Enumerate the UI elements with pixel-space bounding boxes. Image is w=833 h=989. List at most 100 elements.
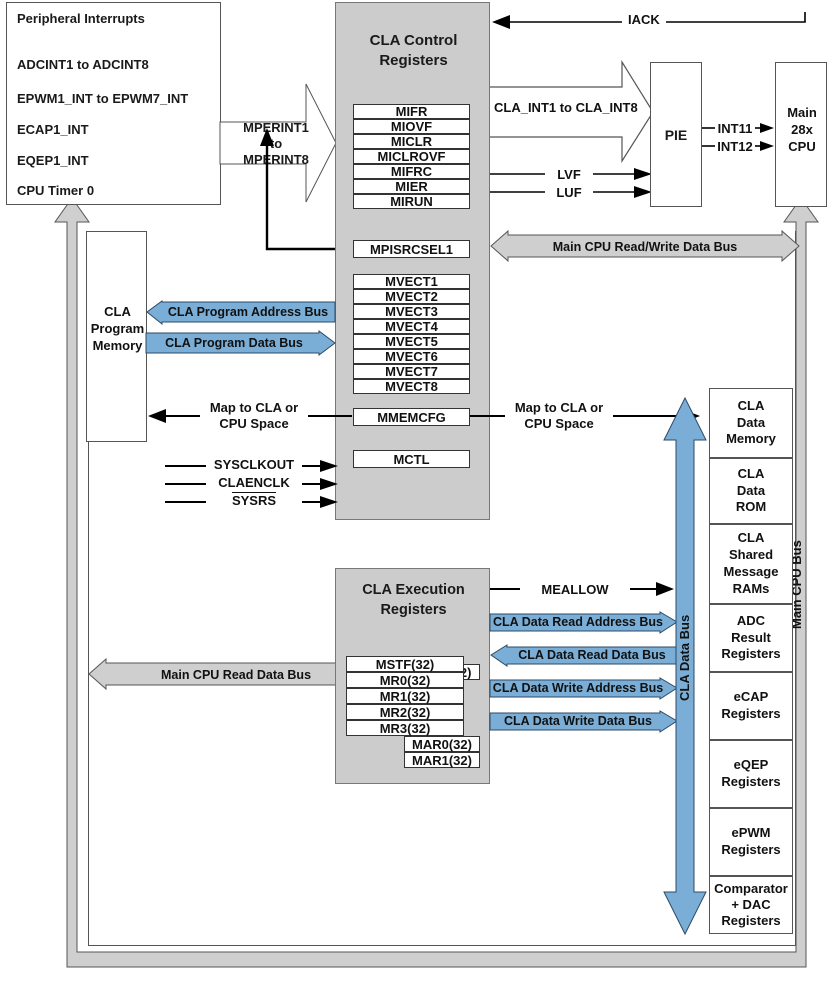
- main-cpu-read-data-bus-label: Main CPU Read Data Bus: [161, 668, 311, 682]
- cla-program-address-bus: CLA Program Address Bus: [146, 300, 336, 326]
- register-mvect5[interactable]: MVECT5: [353, 334, 470, 349]
- register-mr3[interactable]: MR3(32): [346, 720, 464, 736]
- register-mr1[interactable]: MR1(32): [346, 688, 464, 704]
- register-mar1[interactable]: MAR1(32): [404, 752, 480, 768]
- map-left-line1: Map to CLA or: [209, 399, 299, 415]
- memmap-5-line-1: Registers: [721, 774, 781, 789]
- cla-data-write-address-bus-label: CLA Data Write Address Bus: [493, 681, 663, 695]
- register-mctl[interactable]: MCTL: [353, 450, 470, 468]
- cla-program-memory-label: CLA Program Memory: [87, 304, 148, 355]
- memmap-3-line-0: ADC: [736, 612, 766, 628]
- cla-program-memory-line3: Memory: [92, 337, 143, 353]
- register-mstf[interactable]: MSTF(32): [346, 656, 464, 672]
- peripheral-interrupt-item-3: EQEP1_INT: [17, 153, 89, 168]
- register-mpisrcsel1[interactable]: MPISRCSEL1: [353, 240, 470, 258]
- cla-control-registers-title: CLA Control Registers: [336, 31, 491, 70]
- peripheral-interrupts-title: Peripheral Interrupts: [17, 11, 145, 26]
- register-mier[interactable]: MIER: [353, 179, 470, 194]
- register-mmemcfg[interactable]: MMEMCFG: [353, 408, 470, 426]
- memmap-block-epwm-registers: ePWM Registers: [709, 808, 793, 876]
- register-mr0[interactable]: MR0(32): [346, 672, 464, 688]
- cla-control-title-line2: Registers: [379, 51, 448, 69]
- memmap-6-line-1: Registers: [721, 842, 781, 857]
- cla-data-read-address-bus-label: CLA Data Read Address Bus: [493, 615, 663, 629]
- cla-execution-registers-title: CLA Execution Registers: [336, 581, 491, 620]
- memmap-block-cla-data-memory: CLA Data Memory: [709, 388, 793, 458]
- main-cpu-label: Main 28x CPU: [776, 105, 828, 156]
- register-mirun[interactable]: MIRUN: [353, 194, 470, 209]
- int12-label: INT12: [715, 138, 755, 154]
- pie-block: PIE: [650, 62, 702, 207]
- cla-exec-title-line1: CLA Execution: [362, 582, 465, 598]
- cla-data-write-data-bus-label: CLA Data Write Data Bus: [504, 714, 652, 728]
- cla-data-write-data-bus: CLA Data Write Data Bus: [489, 710, 678, 733]
- cla-data-read-data-bus: CLA Data Read Data Bus: [490, 644, 678, 667]
- cla-program-memory-block: CLA Program Memory: [86, 231, 147, 442]
- register-mr2[interactable]: MR2(32): [346, 704, 464, 720]
- cla-data-read-address-bus: CLA Data Read Address Bus: [489, 611, 678, 634]
- memmap-0-line-0: CLA: [737, 397, 765, 413]
- memmap-1-line-0: CLA: [737, 465, 765, 481]
- memmap-2-line-1: Shared: [728, 547, 774, 563]
- register-mvect7[interactable]: MVECT7: [353, 364, 470, 379]
- register-mar0[interactable]: MAR0(32): [404, 736, 480, 752]
- memmap-block-ecap-registers: eCAP Registers: [709, 672, 793, 740]
- memmap-0-line-1: Data: [736, 414, 766, 430]
- iack-label: IACK: [622, 12, 666, 27]
- memmap-1-line-1: Data: [736, 482, 766, 498]
- cla-data-write-address-bus: CLA Data Write Address Bus: [489, 677, 678, 700]
- main-cpu-read-data-bus: Main CPU Read Data Bus: [88, 657, 350, 691]
- main-cpu-line1: Main: [787, 105, 817, 120]
- memmap-3-line-2: Registers: [721, 646, 781, 662]
- register-mvect3[interactable]: MVECT3: [353, 304, 470, 319]
- memmap-5-line-0: eQEP: [733, 757, 769, 773]
- cla-block-diagram: Peripheral Interrupts ADCINT1 to ADCINT8…: [0, 0, 833, 989]
- register-miclrovf[interactable]: MICLROVF: [353, 149, 470, 164]
- peripheral-interrupt-item-2: ECAP1_INT: [17, 122, 89, 137]
- memmap-7-line-1: + DAC: [731, 896, 771, 912]
- memmap-2-line-2: Message: [723, 564, 779, 579]
- register-mvect1[interactable]: MVECT1: [353, 274, 470, 289]
- map-left-line2: CPU Space: [219, 416, 289, 431]
- register-mvect4[interactable]: MVECT4: [353, 319, 470, 334]
- memmap-2-line-3: RAMs: [732, 580, 770, 596]
- peripheral-interrupt-item-4: CPU Timer 0: [17, 183, 95, 198]
- memmap-7-line-2: Registers: [721, 913, 781, 929]
- register-mvect2[interactable]: MVECT2: [353, 289, 470, 304]
- int11-label: INT11: [715, 120, 755, 136]
- cla-control-registers-block: CLA Control Registers: [335, 2, 490, 520]
- register-miclr[interactable]: MICLR: [353, 134, 470, 149]
- memmap-4-line-0: eCAP: [733, 689, 769, 705]
- map-left-label: Map to CLA or CPU Space: [200, 396, 308, 436]
- claenclk-label: CLAENCLK: [206, 474, 302, 490]
- main-cpu-line2: 28x: [791, 121, 813, 137]
- cla-exec-title-line2: Registers: [380, 601, 447, 618]
- cla-program-data-bus: CLA Program Data Bus: [145, 330, 336, 356]
- main-cpu-block: Main 28x CPU: [775, 62, 827, 207]
- memmap-6-line-0: ePWM: [731, 825, 771, 841]
- cla-int-label: CLA_INT1 to CLA_INT8: [494, 100, 638, 115]
- meallow-label: MEALLOW: [520, 580, 630, 598]
- register-miovf[interactable]: MIOVF: [353, 119, 470, 134]
- cla-program-data-bus-label: CLA Program Data Bus: [165, 336, 303, 350]
- sysclkout-label: SYSCLKOUT: [206, 456, 302, 472]
- memmap-1-line-2: ROM: [735, 499, 767, 515]
- cla-program-memory-line2: Program: [90, 320, 145, 336]
- cla-control-title-line1: CLA Control: [369, 32, 458, 49]
- map-right-line2: CPU Space: [524, 416, 594, 431]
- register-mifrc[interactable]: MIFRC: [353, 164, 470, 179]
- main-cpu-rw-data-bus-label: Main CPU Read/Write Data Bus: [553, 240, 738, 254]
- memmap-4-line-1: Registers: [721, 706, 781, 721]
- memmap-block-comparator-dac-registers: Comparator + DAC Registers: [709, 876, 793, 934]
- register-mvect6[interactable]: MVECT6: [353, 349, 470, 364]
- main-cpu-rw-data-bus: Main CPU Read/Write Data Bus: [490, 229, 800, 263]
- memmap-0-line-2: Memory: [726, 431, 776, 447]
- memmap-block-eqep-registers: eQEP Registers: [709, 740, 793, 808]
- register-mvect8[interactable]: MVECT8: [353, 379, 470, 394]
- memmap-block-cla-shared-message-rams: CLA Shared Message RAMs: [709, 524, 793, 604]
- cla-data-read-data-bus-label: CLA Data Read Data Bus: [518, 648, 666, 662]
- pie-label: PIE: [664, 126, 688, 143]
- register-mifr[interactable]: MIFR: [353, 104, 470, 119]
- luf-label: LUF: [545, 184, 593, 200]
- peripheral-interrupts-box: Peripheral Interrupts ADCINT1 to ADCINT8…: [6, 2, 221, 205]
